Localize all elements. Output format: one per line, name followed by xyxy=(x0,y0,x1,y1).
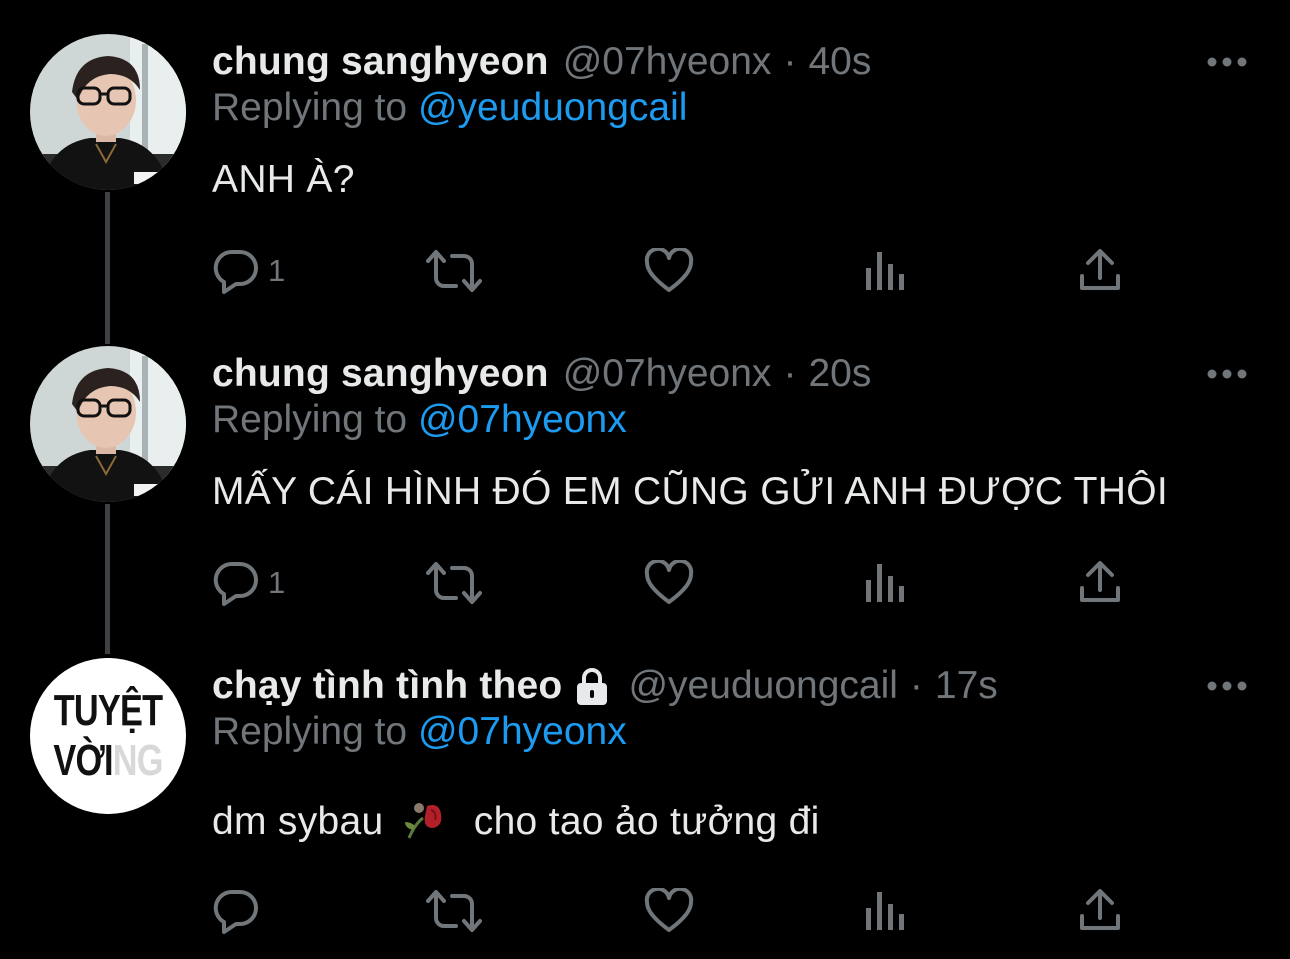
user-handle[interactable]: @yeuduongcail xyxy=(628,664,897,708)
retweet-icon xyxy=(426,890,482,932)
separator-dot: · xyxy=(783,40,797,83)
avatar[interactable] xyxy=(30,34,186,190)
conversation-thread: chung sanghyeon @07hyeonx · 40s Replying… xyxy=(0,0,1290,959)
share-button[interactable] xyxy=(1078,558,1122,608)
like-button[interactable] xyxy=(644,558,694,608)
replying-to-line: Replying to @07hyeonx xyxy=(212,398,627,442)
replying-to-label: Replying to xyxy=(212,398,408,441)
display-name[interactable]: chung sanghyeon xyxy=(212,40,549,84)
tweet[interactable]: chung sanghyeon @07hyeonx · 20s Replying… xyxy=(0,346,1290,646)
replying-to-line: Replying to @07hyeonx xyxy=(212,710,627,754)
profile-photo xyxy=(30,346,186,502)
tweet-text: ANH À? xyxy=(212,158,355,201)
tweet-text: MẤY CÁI HÌNH ĐÓ EM CŨNG GỬI ANH ĐƯỢC THÔ… xyxy=(212,470,1168,513)
reply-count: 1 xyxy=(268,253,286,288)
reply-icon xyxy=(213,249,258,294)
wilted-rose-icon xyxy=(404,803,441,839)
avatar[interactable] xyxy=(30,346,186,502)
views-icon xyxy=(866,892,904,930)
tweet-header: chung sanghyeon @07hyeonx · 40s xyxy=(212,34,871,90)
heart-icon xyxy=(644,560,694,604)
mention-link[interactable]: @yeuduongcail xyxy=(418,86,687,129)
replying-to-line: Replying to @yeuduongcail xyxy=(212,86,687,130)
tweet-header: chạy tình tình theo @yeuduongcail · 17s xyxy=(212,658,998,714)
action-bar: 1 xyxy=(212,246,1152,296)
views-button[interactable] xyxy=(862,558,906,608)
avatar-line-2: VỜING xyxy=(53,736,164,785)
separator-dot: · xyxy=(909,664,923,707)
user-handle[interactable]: @07hyeonx xyxy=(563,40,772,84)
retweet-icon xyxy=(426,250,482,292)
timestamp[interactable]: 17s xyxy=(935,664,998,708)
like-button[interactable] xyxy=(644,886,694,936)
avatar[interactable]: TUYỆT VỜING xyxy=(30,658,186,814)
action-bar: 1 xyxy=(212,558,1152,608)
more-icon[interactable] xyxy=(1206,366,1248,382)
separator-dot: · xyxy=(783,352,797,395)
avatar-line-1: TUYỆT xyxy=(53,686,163,735)
heart-icon xyxy=(644,888,694,932)
avatar-line-2-faded: NG xyxy=(112,736,164,785)
timestamp[interactable]: 40s xyxy=(808,40,871,84)
retweet-icon xyxy=(426,562,482,604)
tweet-text: dm sybau cho tao ảo tưởng đi xyxy=(212,798,820,844)
tweet-header: chung sanghyeon @07hyeonx · 20s xyxy=(212,346,871,402)
more-icon[interactable] xyxy=(1206,54,1248,70)
replying-to-label: Replying to xyxy=(212,86,408,129)
lock-icon xyxy=(577,668,608,705)
views-button[interactable] xyxy=(862,246,906,296)
reply-button[interactable] xyxy=(212,886,268,936)
mention-link[interactable]: @07hyeonx xyxy=(418,710,627,753)
display-name[interactable]: chung sanghyeon xyxy=(212,352,549,396)
tweet[interactable]: chung sanghyeon @07hyeonx · 40s Replying… xyxy=(0,34,1290,334)
timestamp[interactable]: 20s xyxy=(808,352,871,396)
like-button[interactable] xyxy=(644,246,694,296)
avatar-text-logo: TUYỆT VỜING xyxy=(47,658,169,814)
reply-button[interactable]: 1 xyxy=(212,246,285,296)
profile-photo xyxy=(30,34,186,190)
more-icon[interactable] xyxy=(1206,678,1248,694)
mention-link[interactable]: @07hyeonx xyxy=(418,398,627,441)
share-icon xyxy=(1080,561,1120,602)
retweet-button[interactable] xyxy=(426,558,482,608)
retweet-button[interactable] xyxy=(426,246,482,296)
reply-icon xyxy=(213,889,258,934)
views-button[interactable] xyxy=(862,886,906,936)
reply-icon xyxy=(213,561,258,606)
share-button[interactable] xyxy=(1078,246,1122,296)
heart-icon xyxy=(644,248,694,292)
views-icon xyxy=(866,252,904,290)
avatar-line-2-main: VỜI xyxy=(53,736,113,785)
replying-to-label: Replying to xyxy=(212,710,408,753)
tweet-text-part: cho tao ảo tưởng đi xyxy=(473,800,820,843)
reply-button[interactable]: 1 xyxy=(212,558,285,608)
views-icon xyxy=(866,564,904,602)
display-name[interactable]: chạy tình tình theo xyxy=(212,664,562,708)
tweet[interactable]: TUYỆT VỜING chạy tình tình theo @yeuduon… xyxy=(0,658,1290,958)
share-icon xyxy=(1080,249,1120,290)
share-icon xyxy=(1080,889,1120,930)
tweet-text-part: dm sybau xyxy=(212,800,384,843)
action-bar xyxy=(212,886,1152,936)
reply-count: 1 xyxy=(268,565,286,600)
retweet-button[interactable] xyxy=(426,886,482,936)
user-handle[interactable]: @07hyeonx xyxy=(563,352,772,396)
share-button[interactable] xyxy=(1078,886,1122,936)
